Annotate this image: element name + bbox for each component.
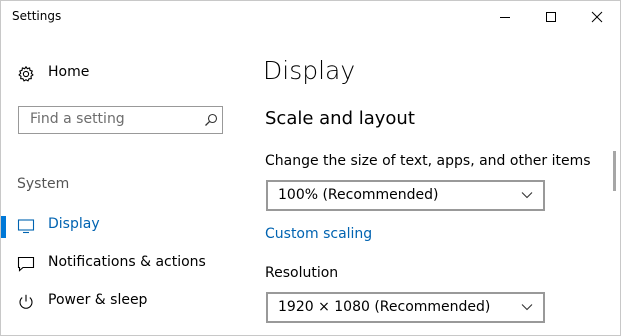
minimize-button[interactable] xyxy=(482,1,528,33)
scale-dropdown[interactable]: 100% (Recommended) xyxy=(266,180,545,211)
scrollbar-thumb[interactable] xyxy=(613,151,616,191)
monitor-icon xyxy=(17,219,35,234)
gear-icon xyxy=(18,65,34,82)
close-button[interactable] xyxy=(574,1,620,33)
search-placeholder: Find a setting xyxy=(30,111,125,127)
sidebar-item-label: Power & sleep xyxy=(48,292,148,308)
sidebar-item-home[interactable]: Home xyxy=(1,59,241,89)
page-title: Display xyxy=(263,56,356,85)
chevron-down-icon xyxy=(521,304,533,311)
search-input[interactable]: Find a setting xyxy=(18,106,223,134)
window-title: Settings xyxy=(12,9,62,23)
sidebar-item-power[interactable]: Power & sleep xyxy=(1,284,241,320)
close-icon xyxy=(591,11,603,23)
section-title: Scale and layout xyxy=(265,108,415,129)
scale-value: 100% (Recommended) xyxy=(278,187,439,203)
main-content: Display Scale and layout Change the size… xyxy=(241,33,620,335)
power-icon xyxy=(19,294,33,309)
section-label-system: System xyxy=(17,176,70,192)
minimize-icon xyxy=(500,17,510,18)
sidebar-item-label: Display xyxy=(48,216,100,232)
sidebar-item-notifications[interactable]: Notifications & actions xyxy=(1,246,241,282)
message-icon xyxy=(17,256,35,272)
selection-indicator xyxy=(1,216,6,238)
title-bar[interactable]: Settings xyxy=(1,1,620,33)
scale-label: Change the size of text, apps, and other… xyxy=(265,153,591,169)
search-icon[interactable] xyxy=(204,113,218,127)
resolution-label: Resolution xyxy=(265,265,339,281)
resolution-value: 1920 × 1080 (Recommended) xyxy=(278,299,491,315)
resolution-dropdown[interactable]: 1920 × 1080 (Recommended) xyxy=(266,292,545,323)
maximize-icon xyxy=(546,12,556,22)
maximize-button[interactable] xyxy=(528,1,574,33)
sidebar-item-display[interactable]: Display xyxy=(1,208,241,244)
sidebar: Home Find a setting System Display Notif… xyxy=(1,33,241,335)
home-label: Home xyxy=(48,64,90,80)
chevron-down-icon xyxy=(521,192,533,199)
custom-scaling-link[interactable]: Custom scaling xyxy=(265,226,372,242)
sidebar-item-label: Notifications & actions xyxy=(48,254,206,270)
settings-window: Settings Home Find a setting System Disp… xyxy=(0,0,621,336)
